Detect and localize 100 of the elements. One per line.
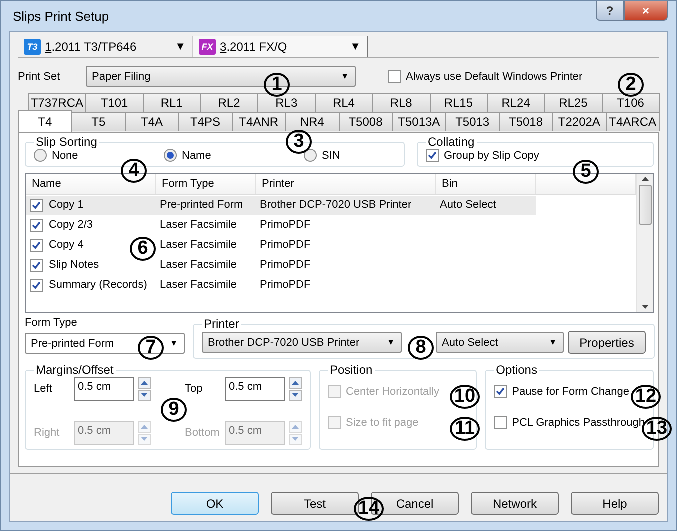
document-tab[interactable]: FX 3.2011 FX/Q ▼ <box>193 36 368 57</box>
dialog-button[interactable]: Help <box>571 492 659 515</box>
checkbox[interactable] <box>30 218 43 232</box>
margin-field[interactable]: 0.5 cm <box>225 377 285 401</box>
list-item[interactable]: Copy 1 <box>49 199 84 211</box>
radio-label: None <box>52 150 78 162</box>
dialog-button[interactable]: Test <box>271 492 359 515</box>
field-label: Print Set <box>18 70 62 82</box>
form-tab[interactable]: T5008 <box>338 112 393 131</box>
checkbox-label: PCL Graphics Passthrough <box>512 416 645 428</box>
dialog-button[interactable]: OK <box>171 492 259 515</box>
table-cell: Pre-printed Form <box>160 199 244 211</box>
document-label: 3.2011 FX/Q <box>220 40 288 54</box>
callout-number: 10 <box>450 385 480 409</box>
callout-number: 7 <box>138 336 164 360</box>
document-type-icon: T3 <box>24 38 41 54</box>
form-tab[interactable]: RL2 <box>200 93 258 112</box>
form-tab[interactable]: T5 <box>71 112 126 131</box>
callout-number: 1 <box>264 73 290 97</box>
radio-button[interactable] <box>34 149 47 162</box>
form-tab[interactable]: T4PS <box>178 112 233 131</box>
form-tab[interactable]: RL1 <box>142 93 202 112</box>
checkbox[interactable] <box>494 385 508 398</box>
form-tab[interactable]: T737RCA <box>28 93 86 112</box>
margin-field[interactable]: 0.5 cm <box>74 377 134 401</box>
document-label: 1.2011 T3/TP646 <box>45 40 137 54</box>
column-header[interactable]: Printer <box>256 174 436 194</box>
form-tab[interactable]: RL15 <box>430 93 488 112</box>
form-tab[interactable]: T5013A <box>392 112 446 131</box>
up-arrow-icon[interactable] <box>642 177 648 181</box>
checkbox-label: Group by Slip Copy <box>444 150 540 162</box>
up-arrow-icon[interactable] <box>141 380 148 385</box>
form-tab[interactable]: T5013 <box>445 112 500 131</box>
checkbox[interactable] <box>30 258 43 272</box>
field-label: Left <box>34 383 54 395</box>
form-tab[interactable]: T4ANR <box>232 112 286 131</box>
checkbox[interactable] <box>426 149 439 162</box>
callout-number: 9 <box>161 398 187 422</box>
table-cell: Laser Facsimile <box>160 219 238 231</box>
radio-button[interactable] <box>304 149 317 162</box>
field-label: Bottom <box>185 427 221 439</box>
group-title: Printer <box>203 317 240 331</box>
checkbox[interactable] <box>494 416 508 429</box>
form-tab[interactable]: T2202A <box>552 112 607 131</box>
list-item[interactable]: Copy 4 <box>49 239 84 251</box>
form-tab[interactable]: RL25 <box>544 93 603 112</box>
checkbox-label: Size to fit page <box>346 416 419 428</box>
scrollbar-thumb[interactable] <box>638 185 652 225</box>
down-arrow-icon[interactable] <box>642 305 648 309</box>
form-tab[interactable]: NR4 <box>285 112 340 131</box>
caret-icon[interactable]: ▼ <box>350 40 361 52</box>
field-label: Right <box>34 427 61 439</box>
checkbox[interactable] <box>388 70 401 83</box>
form-tab[interactable]: RL24 <box>486 93 546 112</box>
table-cell: Laser Facsimile <box>160 239 238 251</box>
form-tab[interactable]: RL3 <box>257 93 316 112</box>
down-arrow-icon[interactable] <box>292 393 299 398</box>
table-cell: Brother DCP-7020 USB Printer <box>260 199 412 211</box>
list-item[interactable]: Summary (Records) <box>49 279 148 291</box>
spinner-control[interactable] <box>138 377 151 401</box>
scrollbar[interactable] <box>636 174 653 312</box>
list-item[interactable]: Slip Notes <box>49 259 100 271</box>
spinner-control[interactable] <box>289 377 302 401</box>
checkbox-label: Always use Default Windows Printer <box>406 70 583 82</box>
dialog-button[interactable]: Network <box>471 492 559 515</box>
printer-dropdown[interactable]: Brother DCP-7020 USB Printer ▼ <box>202 332 402 353</box>
bin-dropdown[interactable]: Auto Select ▼ <box>436 332 564 353</box>
list-item[interactable]: Copy 2/3 <box>49 219 94 231</box>
form-tab[interactable]: T5018 <box>498 112 554 131</box>
form-tab[interactable]: RL8 <box>372 93 431 112</box>
callout-number: 6 <box>130 237 156 261</box>
radio-label: Name <box>182 150 212 162</box>
column-header[interactable]: Form Type <box>156 174 256 194</box>
form-tab[interactable]: RL4 <box>314 93 374 112</box>
table-cell: PrimoPDF <box>260 239 311 251</box>
form-tab[interactable]: T4A <box>124 112 180 131</box>
callout-number: 2 <box>618 73 644 97</box>
up-arrow-icon[interactable] <box>292 380 299 385</box>
form-tab[interactable]: T4ARCA <box>606 112 660 131</box>
group-title: Position <box>329 363 374 377</box>
form-tab[interactable]: T106 <box>602 93 660 112</box>
form-tab[interactable]: T4 <box>18 110 72 132</box>
help-button[interactable]: ? <box>596 1 624 21</box>
radio-button[interactable] <box>164 149 177 162</box>
down-arrow-icon[interactable] <box>141 393 148 398</box>
properties-button[interactable]: Properties <box>568 331 646 354</box>
caret-icon[interactable]: ▼ <box>175 40 186 52</box>
checkbox[interactable] <box>30 278 43 292</box>
callout-number: 4 <box>121 159 147 183</box>
checkbox[interactable] <box>30 238 43 252</box>
group-title: Margins/Offset <box>35 363 115 377</box>
column-header[interactable]: Bin <box>436 174 536 194</box>
callout-number: 12 <box>631 385 661 409</box>
table-cell: PrimoPDF <box>260 279 311 291</box>
group-title: Collating <box>427 135 476 149</box>
checkbox[interactable] <box>30 198 43 212</box>
window-title: Slips Print Setup <box>13 8 110 24</box>
field-label: Form Type <box>25 317 78 329</box>
callout-number: 14 <box>354 497 384 521</box>
form-tab[interactable]: T101 <box>85 93 144 112</box>
